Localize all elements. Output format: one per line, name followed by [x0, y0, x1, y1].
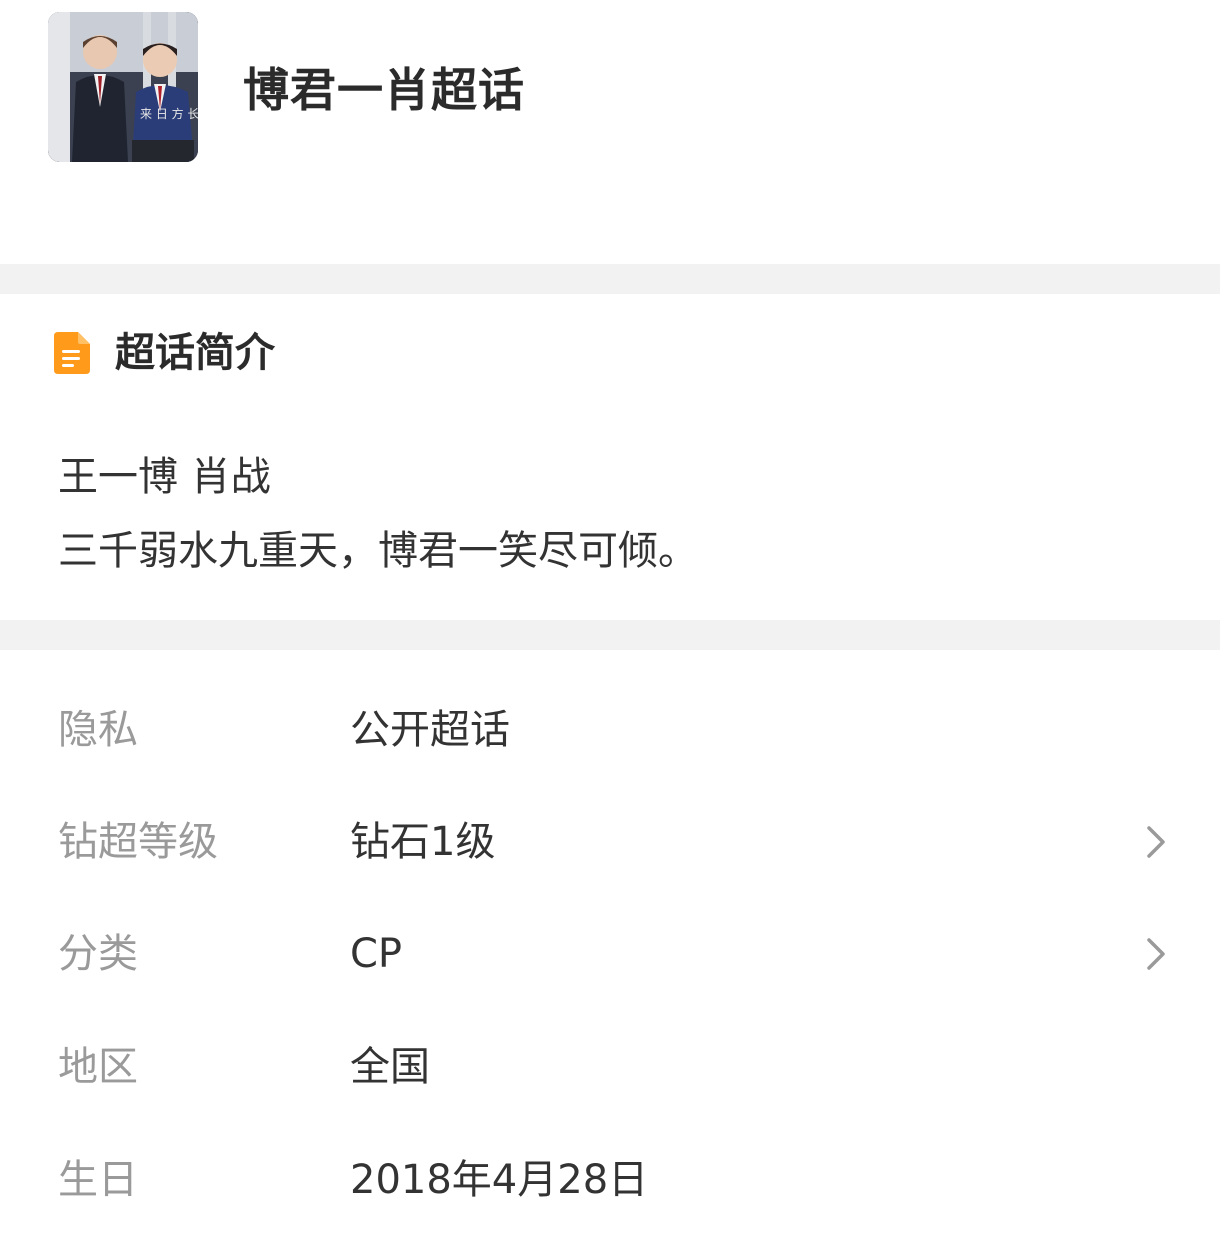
section-divider — [0, 264, 1220, 294]
topic-avatar[interactable]: 来 日 方 长 — [48, 12, 198, 162]
topic-header: 来 日 方 长 博君一肖超话 — [0, 0, 1220, 264]
info-label: 地区 — [58, 1044, 138, 1090]
info-label: 隐私 — [58, 707, 138, 753]
info-label: 分类 — [58, 931, 138, 977]
info-row-category[interactable]: 分类 CP — [0, 898, 1220, 1010]
info-row-privacy: 隐私 公开超话 — [0, 674, 1220, 786]
info-value: 公开超话 — [350, 707, 510, 753]
intro-line: 三千弱水九重天，博君一笑尽可倾。 — [58, 528, 698, 574]
info-list: 隐私 公开超话 钻超等级 钻石1级 分类 CP 地区 全国 生日 2018年4月… — [0, 650, 1220, 1233]
info-value: 钻石1级 — [350, 819, 496, 865]
info-label: 生日 — [58, 1157, 138, 1203]
chevron-right-icon[interactable] — [1144, 936, 1168, 972]
intro-text: 王一博 肖战 三千弱水九重天，博君一笑尽可倾。 — [58, 440, 698, 588]
topic-avatar-image: 来 日 方 长 — [48, 12, 198, 162]
intro-line: 王一博 肖战 — [58, 454, 271, 500]
intro-section: 超话简介 王一博 肖战 三千弱水九重天，博君一笑尽可倾。 — [0, 294, 1220, 620]
document-icon — [54, 332, 90, 374]
topic-title: 博君一肖超话 — [243, 63, 525, 117]
info-row-region: 地区 全国 — [0, 1011, 1220, 1123]
intro-heading: 超话简介 — [115, 330, 275, 376]
chevron-right-icon[interactable] — [1144, 824, 1168, 860]
info-label: 钻超等级 — [58, 819, 218, 865]
info-value: 全国 — [350, 1044, 430, 1090]
info-value: 2018年4月28日 — [350, 1157, 649, 1203]
svg-text:来 日 方 长: 来 日 方 长 — [140, 106, 198, 121]
section-divider — [0, 620, 1220, 650]
info-value: CP — [350, 931, 403, 977]
info-row-diamond-level[interactable]: 钻超等级 钻石1级 — [0, 786, 1220, 898]
info-row-birthday: 生日 2018年4月28日 — [0, 1124, 1220, 1236]
